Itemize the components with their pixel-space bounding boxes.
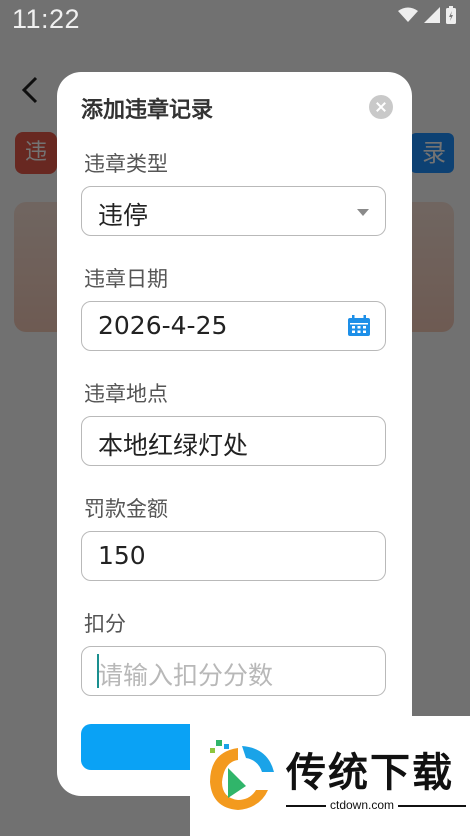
fine-amount-label: 罚款金额 bbox=[84, 497, 168, 521]
fine-amount-value: 150 bbox=[98, 541, 146, 570]
wifi-icon bbox=[398, 7, 418, 22]
fine-amount-input[interactable]: 150 bbox=[81, 531, 386, 581]
close-icon[interactable] bbox=[369, 95, 393, 119]
points-input[interactable]: 请输入扣分分数 bbox=[81, 646, 386, 696]
violation-date-label: 违章日期 bbox=[84, 267, 168, 291]
violation-date-value: 2026-4-25 bbox=[98, 311, 228, 340]
dialog-title: 添加违章记录 bbox=[81, 98, 214, 123]
signal-icon bbox=[424, 7, 440, 23]
chevron-down-icon bbox=[357, 209, 369, 216]
watermark-text: 传统下载 bbox=[286, 750, 454, 796]
calendar-icon[interactable] bbox=[347, 315, 371, 337]
violation-type-select[interactable]: 违停 bbox=[81, 186, 386, 236]
violation-type-label: 违章类型 bbox=[84, 152, 168, 176]
points-placeholder: 请输入扣分分数 bbox=[98, 661, 274, 690]
violation-type-value: 违停 bbox=[98, 201, 149, 230]
add-violation-dialog: 添加违章记录 违章类型 违停 违章日期 2026-4-25 违章地点 本地红绿灯… bbox=[57, 72, 412, 796]
violation-location-input[interactable]: 本地红绿灯处 bbox=[81, 416, 386, 466]
watermark: 传统下载 ctdown.com bbox=[190, 716, 470, 836]
status-bar: 11:22 bbox=[0, 0, 470, 40]
watermark-logo-icon bbox=[210, 740, 274, 810]
violation-date-field[interactable]: 2026-4-25 bbox=[81, 301, 386, 351]
violation-location-value: 本地红绿灯处 bbox=[98, 431, 249, 460]
violation-location-label: 违章地点 bbox=[84, 382, 168, 406]
battery-icon bbox=[446, 6, 456, 24]
status-time: 11:22 bbox=[12, 4, 81, 34]
points-label: 扣分 bbox=[84, 612, 126, 636]
watermark-url: ctdown.com bbox=[326, 798, 399, 812]
